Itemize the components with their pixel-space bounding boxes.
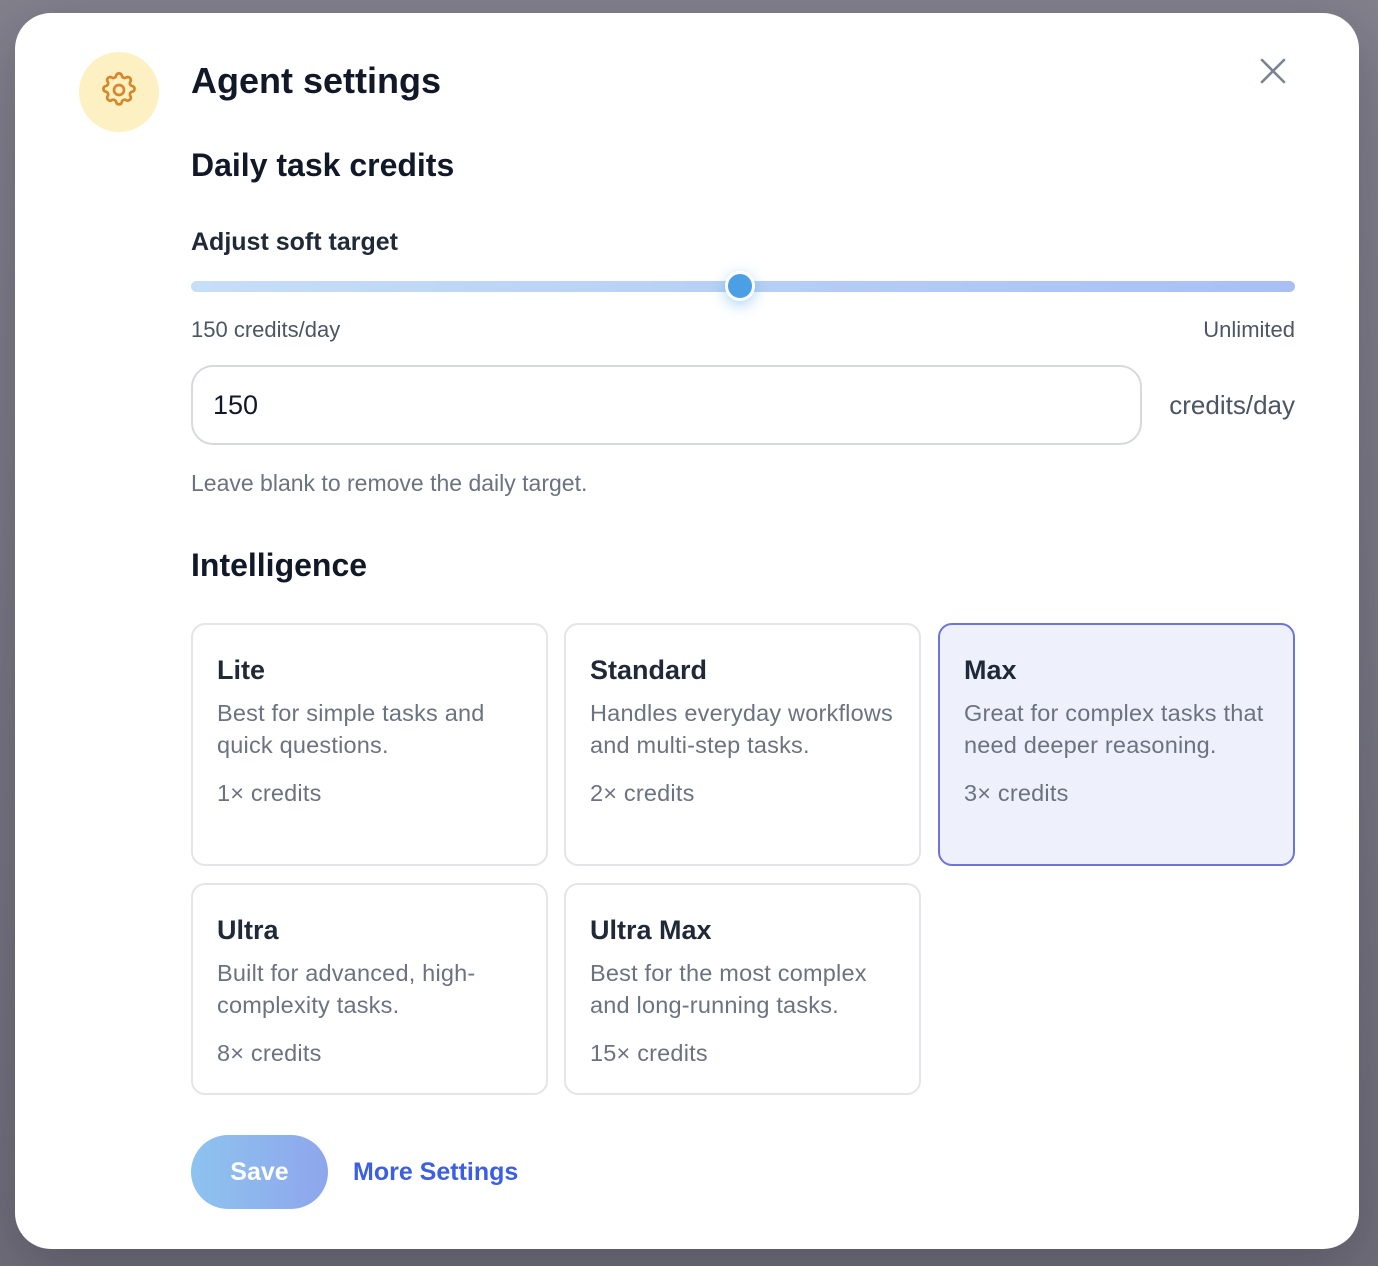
tier-card-standard[interactable]: Standard Handles everyday workflows and … — [564, 623, 921, 866]
tier-name: Standard — [590, 655, 708, 685]
tier-card-lite[interactable]: Lite Best for simple tasks and quick que… — [191, 623, 548, 866]
tier-name: Lite — [217, 655, 266, 685]
daily-target-hint: Leave blank to remove the daily target. — [191, 470, 588, 496]
tier-card-ultra[interactable]: Ultra Built for advanced, high-complexit… — [191, 883, 548, 1095]
close-icon — [1259, 57, 1287, 90]
slider-min-label: 150 credits/day — [191, 317, 341, 342]
tier-credits: 3× credits — [964, 780, 1069, 806]
tier-credits: 15× credits — [590, 1040, 708, 1066]
tier-description: Best for the most complex and long-runni… — [590, 960, 867, 1018]
tier-description: Built for advanced, high-complexity task… — [217, 960, 476, 1018]
tier-credits: 1× credits — [217, 780, 322, 806]
slider-max-label: Unlimited — [1203, 317, 1295, 342]
tier-card-ultra-max[interactable]: Ultra Max Best for the most complex and … — [564, 883, 921, 1095]
tier-name: Max — [964, 655, 1017, 685]
dialog-title: Agent settings — [191, 60, 442, 101]
slider-handle[interactable] — [724, 271, 755, 301]
close-button[interactable] — [1253, 53, 1293, 93]
intelligence-heading: Intelligence — [191, 547, 368, 583]
tier-card-max[interactable]: Max Great for complex tasks that need de… — [938, 623, 1295, 866]
slider-label: Adjust soft target — [191, 228, 398, 256]
tier-credits: 8× credits — [217, 1040, 322, 1066]
soft-target-slider[interactable] — [191, 271, 1295, 303]
tier-description: Great for complex tasks that need deeper… — [964, 700, 1264, 758]
save-button[interactable]: Save — [191, 1135, 328, 1209]
gear-icon — [99, 70, 139, 115]
agent-settings-dialog: Agent settings Daily task credits Adjust… — [15, 13, 1359, 1249]
daily-credits-heading: Daily task credits — [191, 147, 455, 183]
tier-credits: 2× credits — [590, 780, 695, 806]
credits-unit-label: credits/day — [1169, 390, 1295, 420]
tier-description: Best for simple tasks and quick question… — [217, 700, 485, 758]
tier-description: Handles everyday workflows and multi-ste… — [590, 700, 893, 758]
tier-name: Ultra — [217, 915, 279, 945]
daily-credits-input[interactable] — [191, 365, 1142, 445]
settings-avatar — [79, 52, 159, 132]
tier-name: Ultra Max — [590, 915, 712, 945]
more-settings-link[interactable]: More Settings — [353, 1156, 518, 1188]
